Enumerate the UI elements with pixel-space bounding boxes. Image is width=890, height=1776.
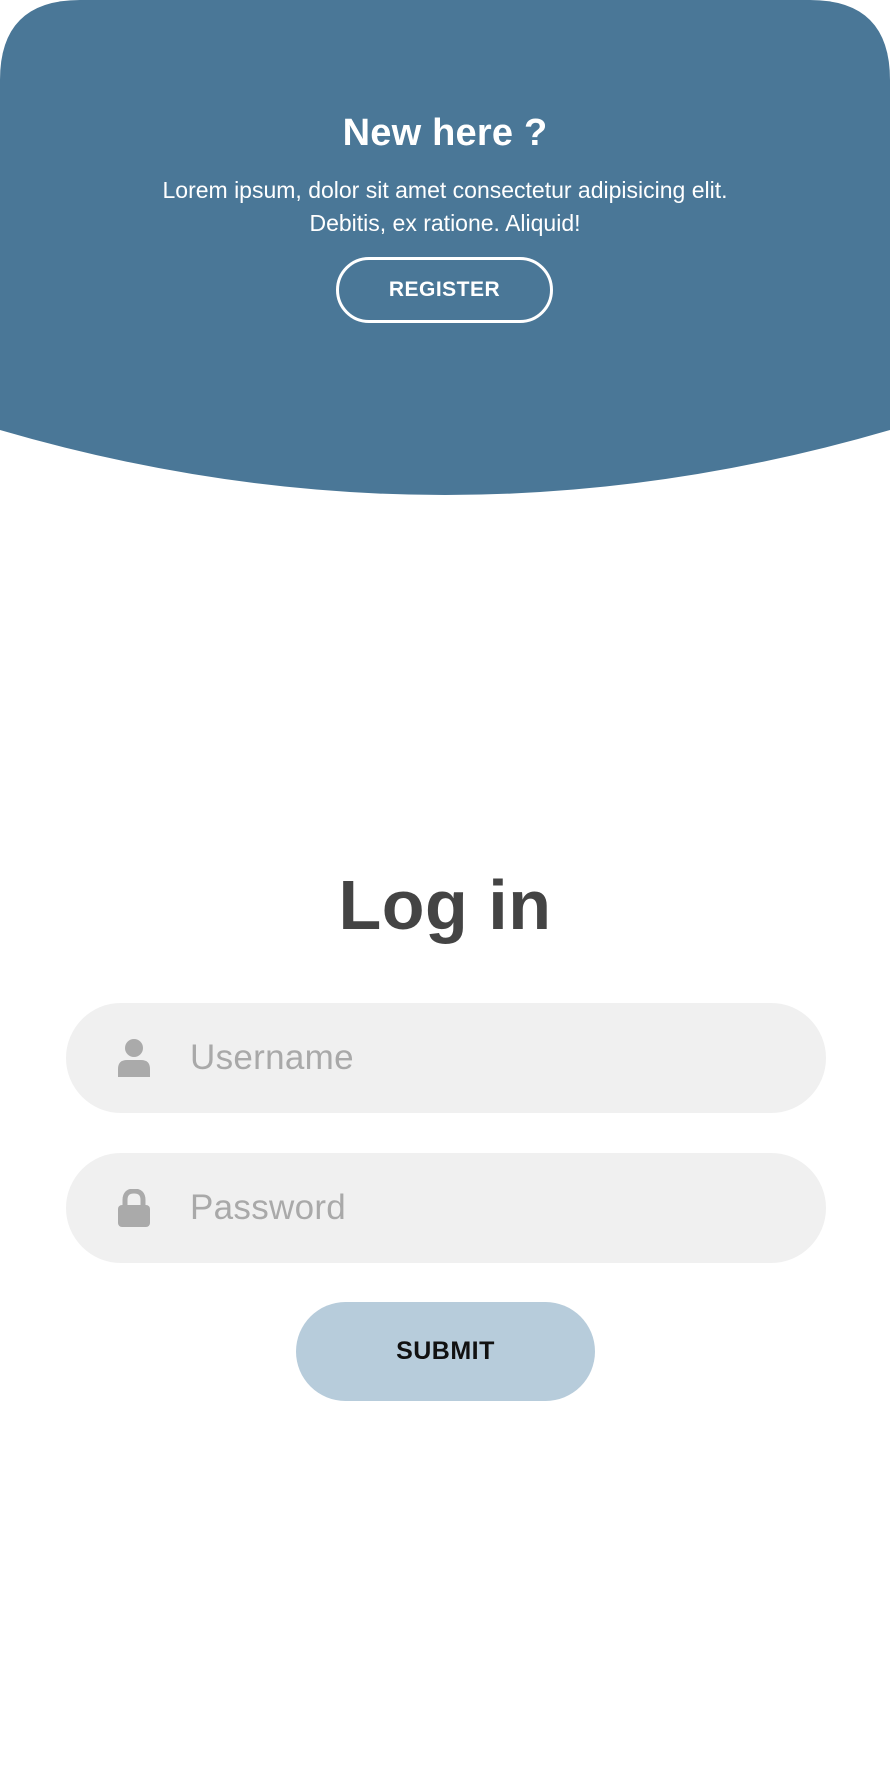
submit-button[interactable]: SUBMIT — [296, 1302, 595, 1401]
register-panel-title: New here ? — [342, 112, 548, 154]
password-field[interactable]: Password — [66, 1153, 826, 1263]
user-icon — [118, 1039, 150, 1077]
register-panel-background — [0, 0, 890, 495]
lock-icon — [118, 1189, 150, 1227]
password-input[interactable]: Password — [190, 1153, 346, 1263]
register-panel-description-line: Debitis, ex ratione. Aliquid! — [309, 210, 581, 236]
username-field[interactable]: Username — [66, 1003, 826, 1113]
username-input[interactable]: Username — [190, 1003, 354, 1113]
login-title: Log in — [338, 866, 552, 944]
login-page: New here ? Lorem ipsum, dolor sit amet c… — [0, 0, 890, 1776]
register-panel-description-line: Lorem ipsum, dolor sit amet consectetur … — [162, 177, 728, 203]
register-panel-description: Lorem ipsum, dolor sit amet consectetur … — [115, 174, 775, 240]
register-button[interactable]: REGISTER — [336, 257, 553, 323]
register-panel: New here ? Lorem ipsum, dolor sit amet c… — [0, 0, 890, 500]
